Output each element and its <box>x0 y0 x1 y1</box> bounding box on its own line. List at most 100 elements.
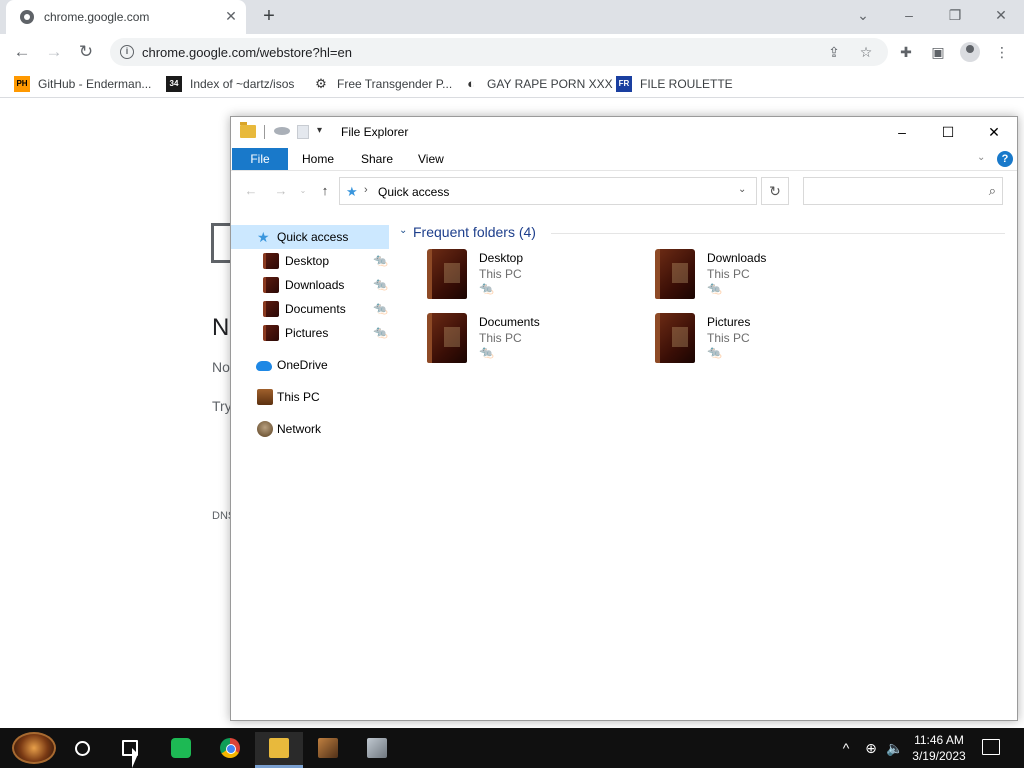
nav-label: Desktop <box>285 254 330 268</box>
recent-locations-chevron-icon[interactable]: ⌄ <box>293 183 313 199</box>
nav-item-downloads[interactable]: Downloads 🐀 <box>231 273 389 297</box>
new-tab-button[interactable]: + <box>258 6 280 28</box>
taskbar-app-file-explorer[interactable] <box>255 732 303 768</box>
separator <box>264 125 265 139</box>
new-folder-icon[interactable] <box>297 125 309 139</box>
taskbar-app-image-viewer[interactable] <box>353 732 401 768</box>
share-icon[interactable]: ⇪ <box>824 43 844 61</box>
nav-label: Pictures <box>285 326 329 340</box>
documents-folder-icon <box>263 301 279 317</box>
show-hidden-icons-chevron-icon[interactable]: ^ <box>837 739 855 757</box>
breadcrumb[interactable]: Quick access <box>378 185 449 199</box>
tab-view[interactable]: View <box>418 152 444 166</box>
back-arrow-icon[interactable]: ← <box>241 183 261 199</box>
tab-share[interactable]: Share <box>361 152 393 166</box>
search-input[interactable]: ⌕ <box>803 177 1003 205</box>
error-suggestion: Try <box>212 398 232 414</box>
content-pane: ⌄ Frequent folders (4) Desktop This PC 🐀… <box>389 211 1017 720</box>
address-bar[interactable]: i chrome.google.com/webstore?hl=en ⇪ ☆ <box>110 38 888 66</box>
refresh-button[interactable]: ↻ <box>761 177 789 205</box>
menu-kebab-icon[interactable]: ⋮ <box>992 42 1012 62</box>
pin-icon: 🐀 <box>479 345 494 359</box>
taskbar-app-chrome[interactable] <box>206 732 254 768</box>
minimize-icon[interactable]: – <box>879 117 925 147</box>
folder-tile-documents[interactable]: Documents This PC 🐀 <box>427 313 647 369</box>
maximize-icon[interactable]: ☐ <box>925 117 971 147</box>
pin-icon: 🐀 <box>373 325 388 339</box>
clock[interactable]: 11:46 AM 3/19/2023 <box>906 732 972 764</box>
folder-location: This PC <box>707 331 750 345</box>
network-globe-icon[interactable]: ⊕ <box>862 739 880 757</box>
close-icon[interactable]: ✕ <box>971 117 1017 147</box>
start-button[interactable] <box>12 732 56 764</box>
pin-icon: 🐀 <box>479 281 494 295</box>
bookmark-github[interactable]: PH GitHub - Enderman... <box>14 75 151 93</box>
explorer-titlebar[interactable]: ▾ File Explorer – ☐ ✕ <box>231 117 1017 147</box>
url-text[interactable]: chrome.google.com/webstore?hl=en <box>142 45 352 60</box>
folder-name: Documents <box>479 315 540 329</box>
nav-item-documents[interactable]: Documents 🐀 <box>231 297 389 321</box>
nav-item-onedrive[interactable]: OneDrive <box>231 353 389 377</box>
help-icon[interactable]: ? <box>997 151 1013 167</box>
error-heading: N <box>212 314 230 341</box>
desktop-folder-icon <box>263 253 279 269</box>
browser-tab[interactable]: chrome.google.com ✕ <box>6 0 246 34</box>
nav-item-pictures[interactable]: Pictures 🐀 <box>231 321 389 345</box>
globe-icon: ◐ <box>467 76 475 91</box>
tab-home[interactable]: Home <box>302 152 334 166</box>
bookmark-label: GitHub - Enderman... <box>38 77 152 91</box>
folder-tile-pictures[interactable]: Pictures This PC 🐀 <box>655 313 875 369</box>
tab-close-icon[interactable]: ✕ <box>222 7 240 25</box>
pictures-folder-icon <box>655 313 695 363</box>
notifications-icon[interactable] <box>982 739 1000 755</box>
forward-arrow-icon[interactable]: → <box>42 41 66 63</box>
pictures-folder-icon <box>263 325 279 341</box>
chrome-toolbar: ← → ↻ i chrome.google.com/webstore?hl=en… <box>0 34 1024 70</box>
star-icon: ★ <box>257 229 270 245</box>
tab-search-icon[interactable]: ⌄ <box>851 5 875 25</box>
bookmark-star-icon[interactable]: ☆ <box>856 43 876 61</box>
taskbar-app-game[interactable] <box>304 732 352 768</box>
bookmarks-bar: PH GitHub - Enderman... 34 Index of ~dar… <box>0 70 1024 98</box>
path-bar[interactable]: ★ › Quick access ⌄ <box>339 177 757 205</box>
minimize-icon[interactable]: – <box>897 5 921 25</box>
up-arrow-icon[interactable]: ↑ <box>315 183 335 199</box>
nav-item-quick-access[interactable]: ★ Quick access <box>231 225 389 249</box>
nav-item-desktop[interactable]: Desktop 🐀 <box>231 249 389 273</box>
folder-tile-desktop[interactable]: Desktop This PC 🐀 <box>427 249 647 305</box>
folder-tile-downloads[interactable]: Downloads This PC 🐀 <box>655 249 875 305</box>
bookmark-free-transgender[interactable]: ⚙ Free Transgender P... <box>313 75 452 93</box>
pin-icon: 🐀 <box>707 281 722 295</box>
volume-icon[interactable]: 🔈 <box>886 739 904 757</box>
expand-ribbon-chevron-icon[interactable]: ⌄ <box>977 152 985 163</box>
breadcrumb-chevron-icon[interactable]: › <box>364 184 368 196</box>
bookmark-file-roulette[interactable]: FR FILE ROULETTE <box>616 75 733 93</box>
back-arrow-icon[interactable]: ← <box>10 41 34 63</box>
properties-icon[interactable] <box>274 127 290 135</box>
reload-icon[interactable]: ↻ <box>74 41 98 63</box>
nav-label: Documents <box>285 302 346 316</box>
bookmark-gay[interactable]: ◐ GAY RAPE PORN XXX <box>463 75 613 93</box>
nav-item-this-pc[interactable]: This PC <box>231 385 389 409</box>
bookmark-dartz[interactable]: 34 Index of ~dartz/isos <box>166 75 294 93</box>
collapse-chevron-icon[interactable]: ⌄ <box>399 225 407 236</box>
extensions-icon[interactable]: ✚ <box>896 42 916 62</box>
chrome-icon <box>220 738 240 758</box>
profile-avatar[interactable] <box>960 42 980 62</box>
site-info-icon[interactable]: i <box>120 45 134 59</box>
section-title[interactable]: Frequent folders (4) <box>413 224 536 240</box>
folder-location: This PC <box>479 267 522 281</box>
folder-icon <box>269 738 289 758</box>
path-dropdown-chevron-icon[interactable]: ⌄ <box>738 184 746 195</box>
clock-time: 11:46 AM <box>914 733 964 747</box>
cortana-circle-icon[interactable] <box>75 741 90 756</box>
nav-item-network[interactable]: Network <box>231 417 389 441</box>
forward-arrow-icon[interactable]: → <box>271 183 291 199</box>
close-icon[interactable]: ✕ <box>989 5 1013 25</box>
taskbar-app-green[interactable] <box>157 732 205 768</box>
network-icon <box>257 421 273 437</box>
tab-file[interactable]: File <box>232 148 288 170</box>
restore-icon[interactable]: ❐ <box>943 5 967 25</box>
customize-toolbar-chevron-icon[interactable]: ▾ <box>317 125 322 136</box>
side-panel-icon[interactable]: ▣ <box>928 42 948 62</box>
